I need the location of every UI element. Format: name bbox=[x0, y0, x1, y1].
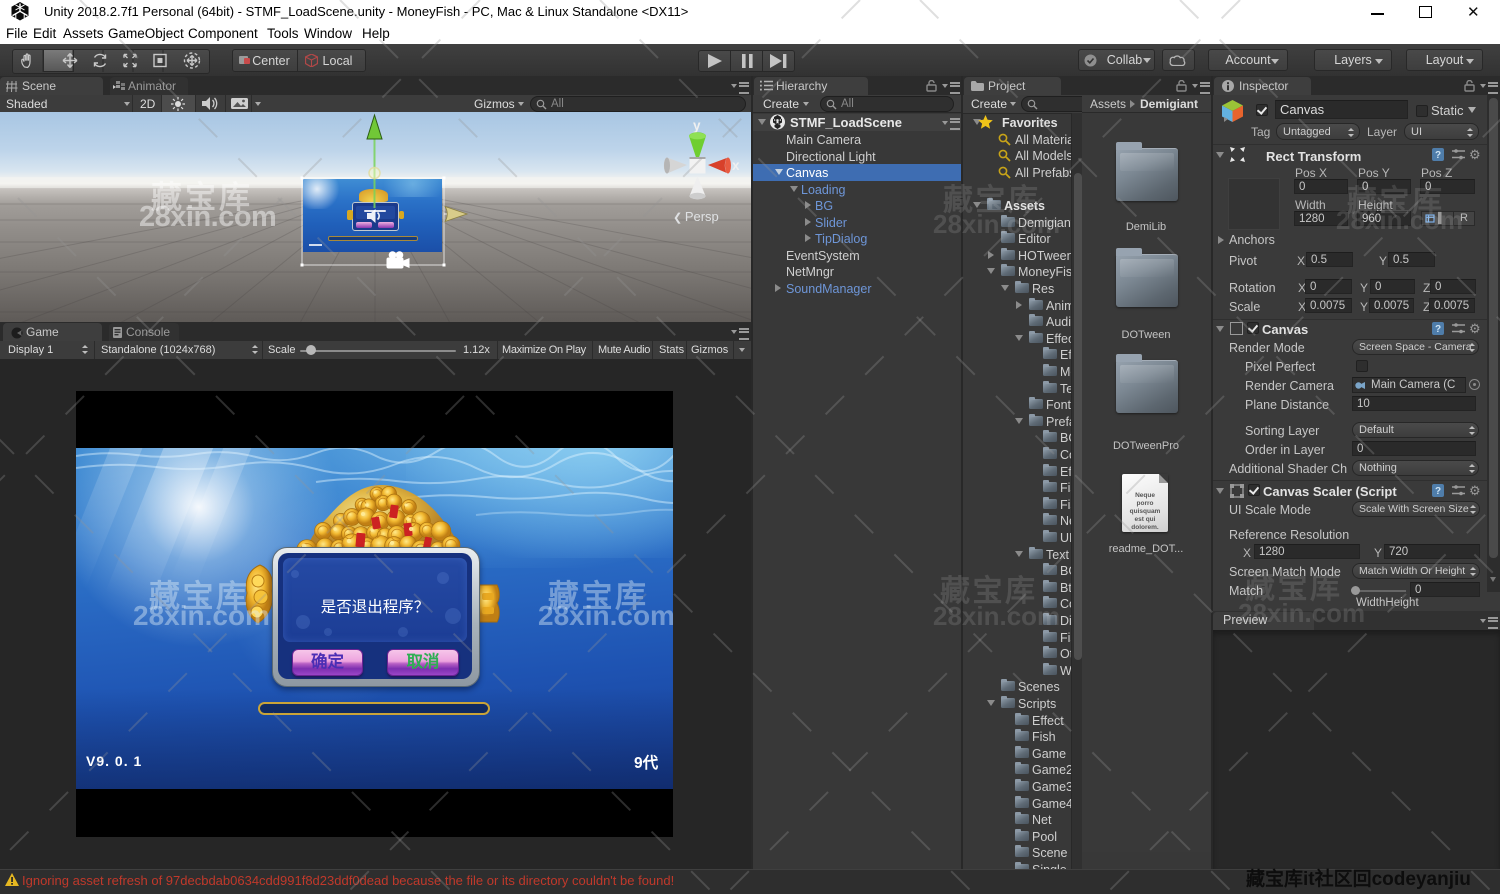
svg-text:y: y bbox=[693, 118, 701, 133]
svg-text:x: x bbox=[732, 158, 740, 173]
svg-text:?: ? bbox=[1435, 486, 1441, 497]
svg-text:?: ? bbox=[1435, 150, 1441, 161]
svg-text:?: ? bbox=[1435, 324, 1441, 335]
